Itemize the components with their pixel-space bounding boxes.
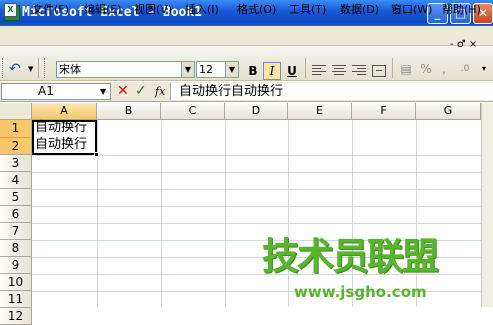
- enter-icon[interactable]: ✓: [135, 82, 147, 101]
- align-center-icon[interactable]: [332, 65, 346, 77]
- italic-button[interactable]: I: [263, 62, 281, 80]
- align-left-icon[interactable]: [312, 65, 326, 77]
- insert-function-button[interactable]: fx: [155, 83, 165, 100]
- column-header-c[interactable]: C: [161, 103, 225, 120]
- select-all-corner[interactable]: [0, 103, 32, 120]
- gridline: [32, 206, 493, 207]
- font-size-combo[interactable]: 12: [196, 61, 226, 78]
- comma-button[interactable]: ,: [440, 61, 448, 77]
- cell-a1-line-1: 自动换行: [35, 120, 88, 135]
- percent-button[interactable]: %: [420, 61, 432, 77]
- menu-insert[interactable]: 插入(I): [185, 2, 219, 18]
- currency-icon[interactable]: ▤: [398, 61, 414, 77]
- row-header-3[interactable]: 3: [0, 155, 32, 172]
- row-header-9[interactable]: 9: [0, 257, 32, 274]
- menu-format[interactable]: 格式(O): [237, 2, 276, 18]
- gridline: [352, 120, 353, 307]
- vertical-scrollbar[interactable]: [481, 103, 493, 307]
- toolbar-grip[interactable]: [2, 58, 5, 78]
- column-header-e[interactable]: E: [288, 103, 352, 120]
- formula-input[interactable]: 自动换行自动换行: [170, 83, 493, 100]
- font-size-dropdown-icon[interactable]: ▼: [226, 61, 239, 78]
- undo-dropdown-icon[interactable]: ▼: [28, 63, 33, 75]
- column-header-f[interactable]: F: [352, 103, 416, 120]
- watermark-logo-text: 技术员联盟: [262, 235, 439, 278]
- name-box[interactable]: A1: [1, 83, 111, 100]
- menu-window[interactable]: 窗口(W): [391, 2, 432, 18]
- bold-button[interactable]: B: [244, 62, 262, 80]
- menu-file[interactable]: 文件(F): [32, 2, 69, 18]
- font-name-combo[interactable]: 宋体: [56, 61, 182, 78]
- row-header-4[interactable]: 4: [0, 172, 32, 189]
- toolbar-grip[interactable]: [44, 58, 47, 78]
- gridline: [416, 120, 417, 307]
- row-header-1[interactable]: 1: [0, 120, 32, 138]
- increase-decimal-icon[interactable]: .0: [455, 61, 475, 77]
- row-header-11[interactable]: 11: [0, 291, 32, 308]
- gridline: [32, 189, 493, 190]
- gridline: [32, 223, 493, 224]
- cell-a1-line-2: 自动换行: [35, 137, 88, 152]
- menu-help[interactable]: 帮助(H): [442, 2, 481, 18]
- column-header-a[interactable]: A: [32, 103, 97, 120]
- row-header-12[interactable]: 12: [0, 308, 32, 325]
- watermark-url: www.jsgho.com: [294, 283, 427, 301]
- gridline: [32, 172, 493, 173]
- name-box-dropdown-icon[interactable]: ▼: [100, 85, 106, 99]
- row-header-7[interactable]: 7: [0, 223, 32, 240]
- undo-icon[interactable]: ↶: [9, 61, 21, 77]
- column-header-d[interactable]: D: [225, 103, 288, 120]
- row-header-10[interactable]: 10: [0, 274, 32, 291]
- cancel-icon[interactable]: ✕: [117, 82, 129, 101]
- toolbar-separator: [38, 58, 39, 78]
- underline-button[interactable]: U: [283, 62, 301, 80]
- row-header-2[interactable]: 2: [0, 138, 32, 155]
- gridline: [225, 120, 226, 307]
- row-header-5[interactable]: 5: [0, 189, 32, 206]
- font-name-dropdown-icon[interactable]: ▼: [182, 61, 195, 78]
- gridline: [161, 120, 162, 307]
- gridline: [32, 155, 493, 156]
- workbook-icon[interactable]: X: [4, 3, 17, 17]
- toolbar-separator: [392, 58, 393, 78]
- row-header-6[interactable]: 6: [0, 206, 32, 223]
- fill-handle[interactable]: [94, 152, 99, 157]
- column-header-b[interactable]: B: [97, 103, 161, 120]
- menu-view[interactable]: 视图(V): [134, 2, 172, 18]
- gridline: [97, 120, 98, 307]
- menu-edit[interactable]: 编辑(E): [84, 2, 122, 18]
- align-right-icon[interactable]: [352, 65, 366, 77]
- column-header-g[interactable]: G: [416, 103, 481, 120]
- row-header-8[interactable]: 8: [0, 240, 32, 257]
- toolbar-separator: [305, 58, 306, 78]
- toolbar-options-icon[interactable]: ▾: [482, 62, 486, 76]
- gridline: [288, 120, 289, 307]
- menu-data[interactable]: 数据(D): [340, 2, 379, 18]
- merge-center-icon[interactable]: [372, 65, 386, 77]
- menu-bar: [0, 26, 493, 46]
- menu-tools[interactable]: 工具(T): [289, 2, 326, 18]
